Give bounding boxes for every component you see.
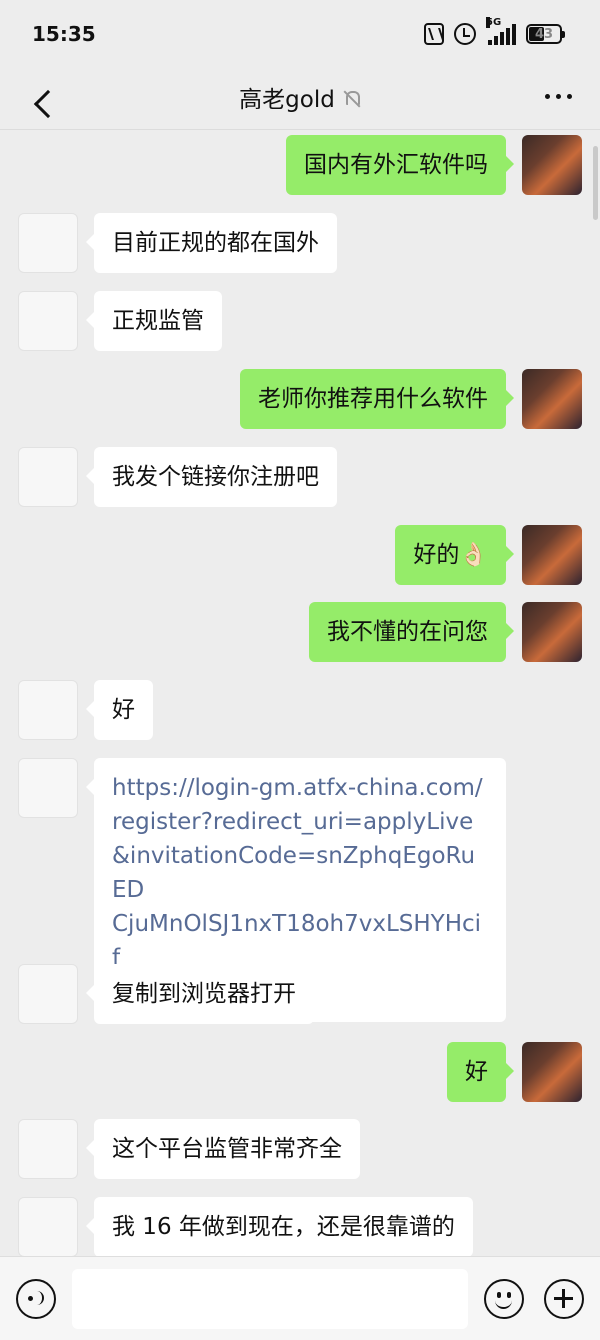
network-label: 5G bbox=[486, 17, 502, 28]
message-bubble[interactable]: 国内有外汇软件吗 bbox=[286, 135, 514, 195]
chat-header: 高老gold bbox=[0, 68, 600, 130]
avatar[interactable] bbox=[18, 680, 78, 740]
avatar[interactable] bbox=[18, 964, 78, 1024]
status-bar: 15:35 5G 43 bbox=[0, 0, 600, 68]
message-bubble[interactable]: 老师你推荐用什么软件 bbox=[240, 369, 514, 429]
message-bubble[interactable]: 我 16 年做到现在，还是很靠谱的 bbox=[86, 1197, 473, 1256]
avatar[interactable] bbox=[18, 1197, 78, 1256]
avatar[interactable] bbox=[18, 291, 78, 351]
message-bubble[interactable]: 正规监管 bbox=[86, 291, 222, 351]
message-bubble[interactable]: 我不懂的在问您 bbox=[309, 602, 514, 662]
voice-button[interactable] bbox=[16, 1279, 56, 1319]
more-icon[interactable] bbox=[545, 94, 572, 99]
message-bubble[interactable]: 这个平台监管非常齐全 bbox=[86, 1119, 360, 1179]
avatar[interactable] bbox=[522, 369, 582, 429]
emoji-icon bbox=[497, 1292, 501, 1298]
message-bubble[interactable]: 目前正规的都在国外 bbox=[86, 213, 337, 273]
battery-icon: 43 bbox=[526, 24, 565, 44]
alarm-icon bbox=[454, 23, 476, 45]
avatar[interactable] bbox=[18, 1119, 78, 1179]
battery-level: 43 bbox=[534, 26, 554, 42]
nfc-icon bbox=[424, 23, 444, 45]
message-bubble[interactable]: 复制到浏览器打开 bbox=[86, 964, 314, 1024]
chat-title-container: 高老gold bbox=[0, 80, 600, 114]
avatar[interactable] bbox=[522, 525, 582, 585]
plus-button[interactable] bbox=[544, 1279, 584, 1319]
message-list[interactable]: 国内有外汇软件吗 目前正规的都在国外 正规监管 老师你推荐用什么软件 我发个链接… bbox=[0, 130, 600, 1256]
avatar[interactable] bbox=[18, 447, 78, 507]
message-bubble[interactable]: 我发个链接你注册吧 bbox=[86, 447, 337, 507]
chat-title: 高老gold bbox=[239, 87, 335, 113]
status-icons: 5G 43 bbox=[424, 17, 565, 48]
emoji-button[interactable] bbox=[484, 1279, 524, 1319]
avatar[interactable] bbox=[522, 602, 582, 662]
avatar[interactable] bbox=[522, 135, 582, 195]
message-input[interactable] bbox=[72, 1269, 468, 1329]
mute-icon bbox=[343, 90, 361, 108]
avatar[interactable] bbox=[18, 758, 78, 818]
avatar[interactable] bbox=[18, 213, 78, 273]
scrollbar[interactable] bbox=[593, 146, 598, 220]
message-bubble[interactable]: 好 bbox=[447, 1042, 514, 1102]
input-bar bbox=[0, 1256, 600, 1340]
message-bubble[interactable]: 好的👌🏻 bbox=[395, 525, 514, 585]
message-bubble[interactable]: 好 bbox=[86, 680, 153, 740]
voice-icon bbox=[28, 1291, 44, 1307]
signal-icon: 5G bbox=[486, 17, 516, 45]
avatar[interactable] bbox=[522, 1042, 582, 1102]
status-time: 15:35 bbox=[32, 22, 96, 46]
